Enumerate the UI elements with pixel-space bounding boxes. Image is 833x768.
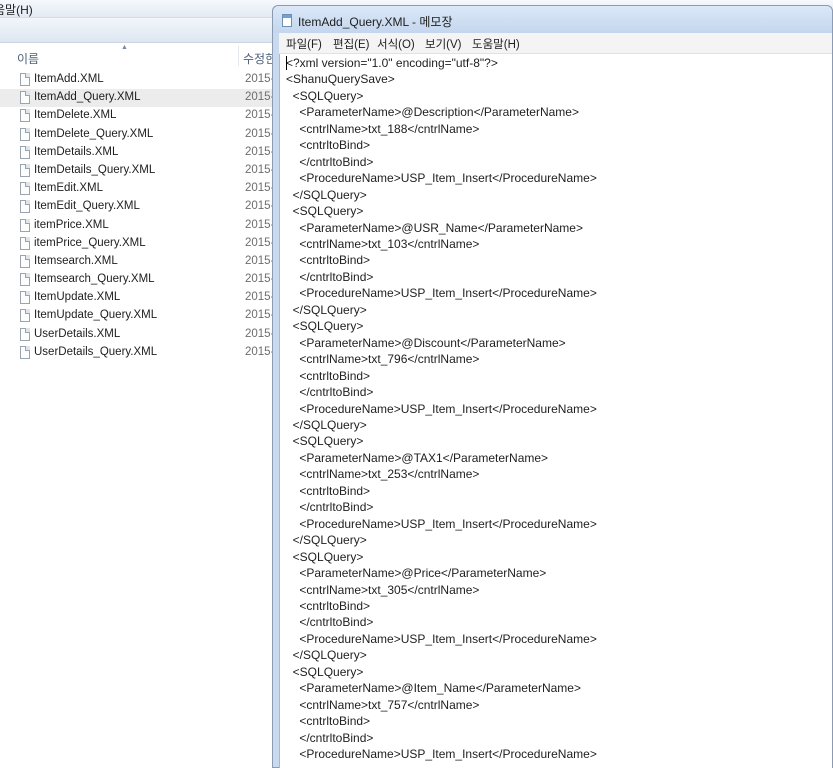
column-header-name[interactable]: 이름 xyxy=(17,50,39,67)
file-name: ItemDetails.XML xyxy=(34,145,119,158)
menu-view[interactable]: 보기(V) xyxy=(425,36,462,52)
file-name: ItemEdit.XML xyxy=(34,182,104,195)
xml-file-icon xyxy=(20,91,30,105)
xml-file-icon xyxy=(20,291,30,305)
file-date: 2015- xyxy=(245,218,275,231)
text-caret xyxy=(286,56,287,70)
file-date: 2015- xyxy=(245,236,275,249)
menu-file[interactable]: 파일(F) xyxy=(286,36,322,52)
file-name: UserDetails_Query.XML xyxy=(34,345,158,358)
file-date: 2015- xyxy=(245,182,275,195)
file-row[interactable]: itemPrice_Query.XML 2015- xyxy=(0,235,275,253)
file-row[interactable]: ItemEdit_Query.XML 2015- xyxy=(0,198,275,216)
xml-file-icon xyxy=(20,254,30,268)
file-row[interactable]: ItemUpdate_Query.XML 2015- xyxy=(0,307,275,325)
notepad-window: ItemAdd_Query.XML - 메모장 파일(F) 편집(E) 서식(O… xyxy=(272,5,833,768)
file-name: itemPrice.XML xyxy=(34,218,109,231)
file-row[interactable]: ItemAdd.XML 2015- xyxy=(0,71,275,89)
menu-edit[interactable]: 편집(E) xyxy=(333,36,370,52)
xml-file-icon xyxy=(20,236,30,250)
file-date: 2015- xyxy=(245,254,275,267)
file-name: ItemAdd_Query.XML xyxy=(34,91,141,104)
file-name: ItemUpdate_Query.XML xyxy=(34,309,158,322)
file-name: UserDetails.XML xyxy=(34,327,121,340)
file-row[interactable]: ItemDelete_Query.XML 2015- xyxy=(0,126,275,144)
xml-file-icon xyxy=(20,273,30,287)
menu-help[interactable]: 도움말(H) xyxy=(472,36,520,52)
notepad-menubar: 파일(F) 편집(E) 서식(O) 보기(V) 도움말(H) xyxy=(279,33,832,54)
file-row[interactable]: itemPrice.XML 2015- xyxy=(0,217,275,235)
file-date: 2015- xyxy=(245,163,275,176)
xml-file-icon xyxy=(20,109,30,123)
xml-file-icon xyxy=(20,309,30,323)
file-row[interactable]: ItemDetails.XML 2015- xyxy=(0,144,275,162)
text-editor-area[interactable]: <?xml version="1.0" encoding="utf-8"?> <… xyxy=(279,54,832,768)
column-divider[interactable] xyxy=(238,46,239,66)
xml-file-icon xyxy=(20,127,30,141)
file-row[interactable]: UserDetails_Query.XML 2015- xyxy=(0,344,275,362)
file-name: Itemsearch_Query.XML xyxy=(34,273,155,286)
file-name: itemPrice_Query.XML xyxy=(34,236,146,249)
file-name: ItemAdd.XML xyxy=(34,73,104,85)
menu-format[interactable]: 서식(O) xyxy=(377,36,415,52)
file-row[interactable]: Itemsearch.XML 2015- xyxy=(0,253,275,271)
notepad-icon xyxy=(282,14,292,27)
xml-file-icon xyxy=(20,145,30,159)
file-row[interactable]: ItemAdd_Query.XML 2015- xyxy=(0,89,275,108)
document-text[interactable]: <?xml version="1.0" encoding="utf-8"?> <… xyxy=(286,55,597,762)
notepad-titlebar[interactable]: ItemAdd_Query.XML - 메모장 xyxy=(273,6,832,33)
file-row[interactable]: ItemDelete.XML 2015- xyxy=(0,107,275,125)
xml-file-icon xyxy=(20,218,30,232)
file-row[interactable]: ItemDetails_Query.XML 2015- xyxy=(0,162,275,180)
xml-file-icon xyxy=(20,327,30,341)
xml-file-icon xyxy=(20,163,30,177)
file-name: Itemsearch.XML xyxy=(34,254,118,267)
file-date: 2015- xyxy=(245,109,275,122)
file-row[interactable]: ItemUpdate.XML 2015- xyxy=(0,289,275,307)
file-date: 2015- xyxy=(245,291,275,304)
xml-file-icon xyxy=(20,73,30,86)
file-date: 2015- xyxy=(245,345,275,358)
file-date: 2015- xyxy=(245,145,275,158)
file-date: 2015- xyxy=(245,273,275,286)
file-date: 2015- xyxy=(245,73,275,85)
file-name: ItemUpdate.XML xyxy=(34,291,121,304)
xml-file-icon xyxy=(20,345,30,359)
file-date: 2015- xyxy=(245,309,275,322)
file-name: ItemDelete_Query.XML xyxy=(34,127,154,140)
file-date: 2015- xyxy=(245,327,275,340)
file-date: 2015- xyxy=(245,127,275,140)
sort-ascending-icon: ▲ xyxy=(121,44,128,51)
file-row[interactable]: UserDetails.XML 2015- xyxy=(0,326,275,344)
file-row[interactable]: Itemsearch_Query.XML 2015- xyxy=(0,271,275,289)
window-title: ItemAdd_Query.XML - 메모장 xyxy=(298,15,453,29)
xml-file-icon xyxy=(20,200,30,214)
file-name: ItemDetails_Query.XML xyxy=(34,163,156,176)
file-name: ItemDelete.XML xyxy=(34,109,117,122)
file-list: ItemAdd.XML 2015- ItemAdd_Query.XML 2015- It… xyxy=(0,71,275,362)
file-row[interactable]: ItemEdit.XML 2015- xyxy=(0,180,275,198)
file-date: 2015- xyxy=(245,91,275,104)
xml-file-icon xyxy=(20,182,30,196)
file-list-header: ▲ 이름 수정한 xyxy=(0,43,280,69)
explorer-menu-help[interactable]: 움말(H) xyxy=(0,1,33,18)
file-name: ItemEdit_Query.XML xyxy=(34,200,140,213)
file-date: 2015- xyxy=(245,200,275,213)
